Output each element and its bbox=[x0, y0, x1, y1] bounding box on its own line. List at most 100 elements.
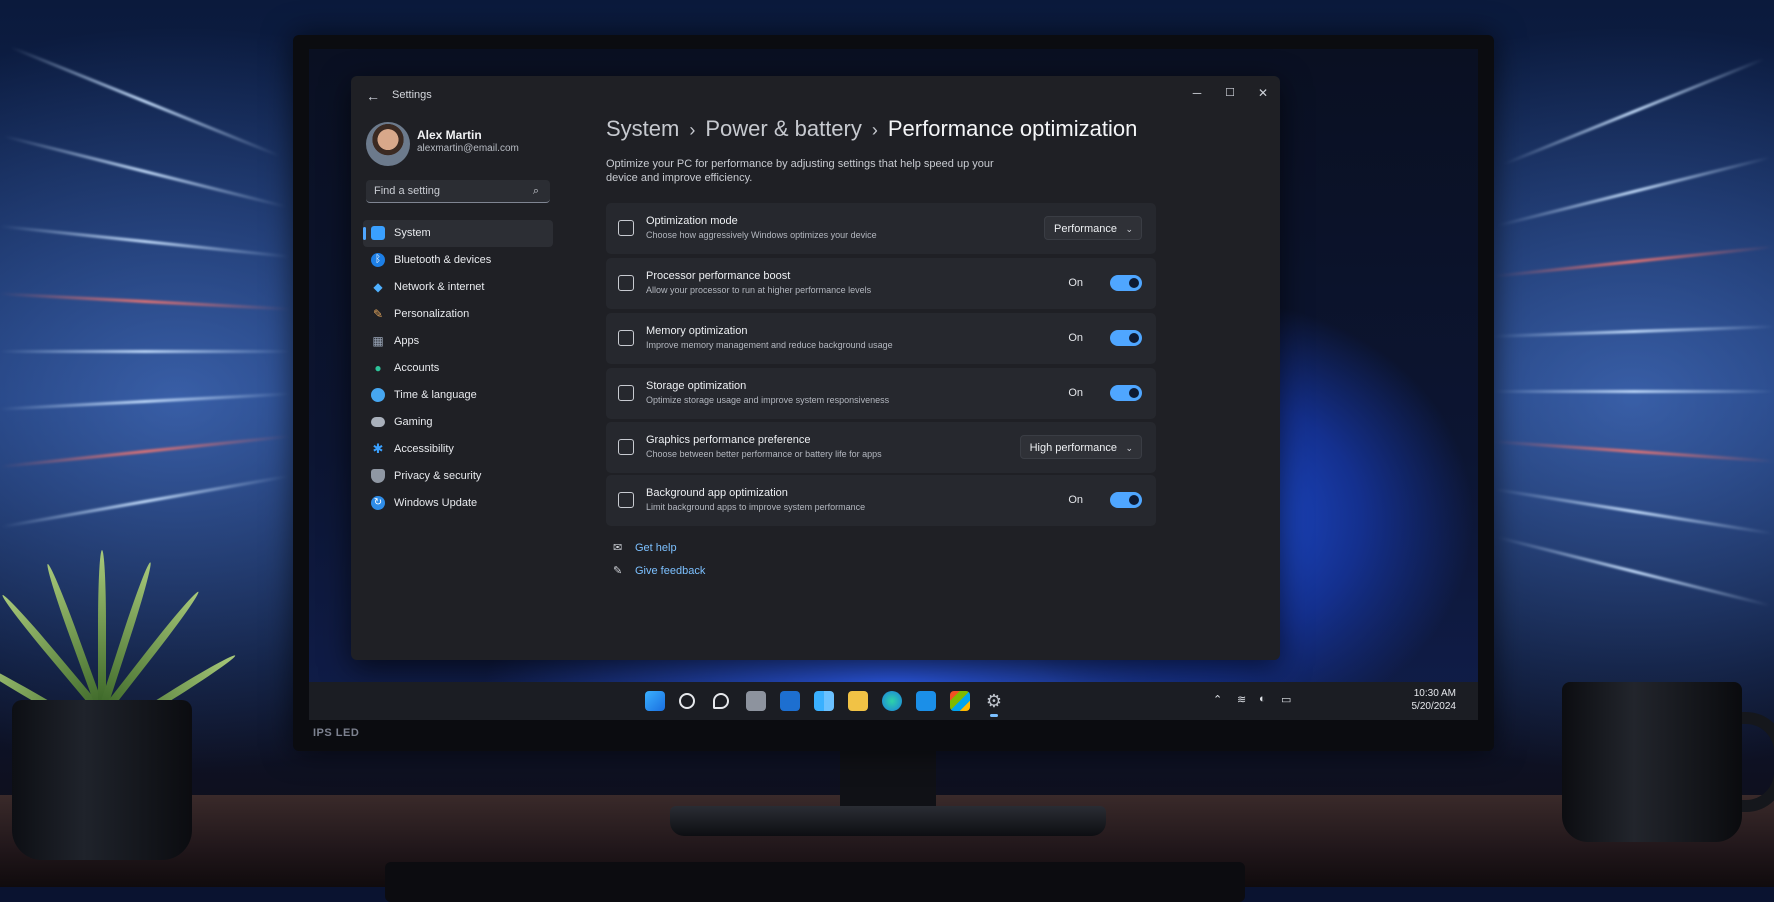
minimize-button[interactable]: ─ bbox=[1182, 82, 1212, 104]
breadcrumb: System › Power & battery › Performance optim… bbox=[606, 116, 1137, 142]
settings-icon[interactable]: ⚙ bbox=[984, 691, 1004, 711]
user-email: alexmartin@email.com bbox=[417, 143, 519, 154]
search-input[interactable]: Find a setting ⌕ bbox=[366, 180, 550, 203]
wifi-icon: ◆ bbox=[373, 280, 383, 294]
sidebar-item-windows-update[interactable]: ↻ Windows Update bbox=[363, 490, 553, 517]
setting-title: Optimization mode bbox=[646, 215, 738, 227]
sidebar-item-accounts[interactable]: ● Accounts bbox=[363, 355, 553, 382]
page-title: Performance optimization bbox=[887, 116, 1138, 141]
toggle-knob bbox=[1129, 495, 1139, 505]
sidebar-item-label: System bbox=[394, 227, 431, 239]
setting-subtitle: Choose between better performance or bat… bbox=[646, 449, 882, 459]
sidebar-item-privacy-security[interactable]: Privacy & security bbox=[363, 463, 553, 490]
file-explorer-icon[interactable] bbox=[848, 691, 868, 711]
close-button[interactable]: ✕ bbox=[1248, 82, 1278, 104]
memory-optimization-toggle[interactable] bbox=[1110, 330, 1142, 346]
chevron-down-icon: ⌄ bbox=[1125, 224, 1133, 234]
maximize-button[interactable]: ☐ bbox=[1215, 82, 1245, 104]
outlook-icon[interactable] bbox=[780, 691, 800, 711]
update-icon: ↻ bbox=[371, 496, 385, 510]
give-feedback-link[interactable]: Give feedback bbox=[635, 565, 705, 577]
start-icon[interactable] bbox=[645, 691, 665, 711]
toggle-state-label: On bbox=[1068, 494, 1083, 506]
setting-memory-optimization: Memory optimization Improve memory manag… bbox=[606, 313, 1156, 364]
background-apps-toggle[interactable] bbox=[1110, 492, 1142, 508]
microsoft-store-icon[interactable] bbox=[950, 691, 970, 711]
edge-icon[interactable] bbox=[882, 691, 902, 711]
apps-icon: ▦ bbox=[372, 334, 384, 348]
toggle-knob bbox=[1129, 388, 1139, 398]
wifi-icon[interactable]: ≋ bbox=[1237, 693, 1246, 706]
setting-title: Background app optimization bbox=[646, 487, 788, 499]
volume-icon[interactable]: ◐ bbox=[1259, 693, 1266, 705]
help-icon: ✉ bbox=[613, 542, 623, 554]
toggle-knob bbox=[1129, 333, 1139, 343]
breadcrumb-system[interactable]: System bbox=[606, 116, 679, 141]
active-app-indicator bbox=[990, 714, 998, 717]
setting-storage-optimization: Storage optimization Optimize storage us… bbox=[606, 368, 1156, 419]
sidebar-item-label: Windows Update bbox=[394, 497, 478, 509]
clock[interactable]: 10:30 AM 5/20/2024 bbox=[1412, 687, 1457, 713]
storage-icon bbox=[618, 385, 634, 401]
sidebar-item-accessibility[interactable]: ✱ Accessibility bbox=[363, 436, 553, 463]
chevron-up-icon[interactable]: ⌃ bbox=[1213, 693, 1222, 706]
sidebar-item-label: Personalization bbox=[394, 308, 470, 320]
background-apps-icon bbox=[618, 492, 634, 508]
back-button[interactable]: ← bbox=[363, 86, 383, 106]
get-help-link[interactable]: Get help bbox=[635, 542, 677, 554]
coffee-mug bbox=[1562, 682, 1742, 842]
sidebar-item-time-language[interactable]: Time & language bbox=[363, 382, 553, 409]
settings-window: ← Settings ─ ☐ ✕ Alex Martin alexmartin@… bbox=[351, 76, 1280, 660]
title-bar: ← Settings ─ ☐ ✕ bbox=[351, 76, 1280, 116]
sidebar-item-label: Accounts bbox=[394, 362, 440, 374]
avatar[interactable] bbox=[366, 122, 410, 166]
task-view-icon[interactable] bbox=[746, 691, 766, 711]
sidebar-item-network-internet[interactable]: ◆ Network & internet bbox=[363, 274, 553, 301]
setting-background-apps: Background app optimization Limit backgr… bbox=[606, 475, 1156, 526]
memory-icon bbox=[618, 330, 634, 346]
search-placeholder: Find a setting bbox=[374, 185, 441, 197]
search-icon[interactable] bbox=[679, 693, 695, 709]
monitor-brand-label: IPS LED bbox=[313, 727, 360, 739]
breadcrumb-separator: › bbox=[689, 120, 696, 140]
storage-optimization-toggle[interactable] bbox=[1110, 385, 1142, 401]
setting-subtitle: Choose how aggressively Windows optimize… bbox=[646, 230, 877, 240]
sidebar-item-gaming[interactable]: Gaming bbox=[363, 409, 553, 436]
graphics-preference-dropdown[interactable]: High performance ⌄ bbox=[1019, 435, 1142, 459]
setting-subtitle: Improve memory management and reduce bac… bbox=[646, 340, 893, 350]
sidebar-item-label: Network & internet bbox=[394, 281, 485, 293]
store-alt-icon[interactable] bbox=[916, 691, 936, 711]
sidebar-item-bluetooth-devices[interactable]: ᛒ Bluetooth & devices bbox=[363, 247, 553, 274]
shield-icon bbox=[371, 469, 385, 483]
search-icon[interactable]: ⌕ bbox=[529, 184, 543, 198]
toggle-state-label: On bbox=[1068, 277, 1083, 289]
toggle-knob bbox=[1129, 278, 1139, 288]
taskbar: ⚙ ⌃ ≋ ◐ ▭ 10:30 AM 5/20/2024 bbox=[309, 682, 1478, 720]
sidebar-item-label: Privacy & security bbox=[394, 470, 482, 482]
sidebar-item-apps[interactable]: ▦ Apps bbox=[363, 328, 553, 355]
dropdown-value: Performance bbox=[1054, 223, 1117, 235]
sidebar-item-personalization[interactable]: ✎ Personalization bbox=[363, 301, 553, 328]
optimization-mode-dropdown[interactable]: Performance ⌄ bbox=[1044, 216, 1142, 240]
desktop-screen: ← Settings ─ ☐ ✕ Alex Martin alexmartin@… bbox=[309, 49, 1478, 720]
widgets-icon[interactable] bbox=[814, 691, 834, 711]
monitor-stand bbox=[840, 750, 936, 810]
chevron-down-icon: ⌄ bbox=[1125, 443, 1133, 453]
setting-title: Graphics performance preference bbox=[646, 434, 811, 446]
setting-title: Processor performance boost bbox=[646, 270, 791, 282]
setting-subtitle: Limit background apps to improve system … bbox=[646, 502, 866, 512]
setting-graphics-preference: Graphics performance preference Choose b… bbox=[606, 422, 1156, 473]
sidebar-item-label: Gaming bbox=[394, 416, 433, 428]
setting-optimization-mode: Optimization mode Choose how aggressivel… bbox=[606, 203, 1156, 254]
feedback-icon: ✎ bbox=[613, 565, 623, 577]
user-name: Alex Martin bbox=[417, 128, 482, 142]
optimization-icon bbox=[618, 220, 634, 236]
battery-icon[interactable]: ▭ bbox=[1281, 693, 1291, 706]
sidebar-item-system[interactable]: System bbox=[363, 220, 553, 247]
app-title: Settings bbox=[392, 89, 432, 101]
processor-boost-toggle[interactable] bbox=[1110, 275, 1142, 291]
breadcrumb-power-battery[interactable]: Power & battery bbox=[705, 116, 862, 141]
clock-time: 10:30 AM bbox=[1413, 688, 1456, 699]
chat-icon[interactable] bbox=[713, 693, 729, 709]
accessibility-icon: ✱ bbox=[372, 441, 384, 456]
